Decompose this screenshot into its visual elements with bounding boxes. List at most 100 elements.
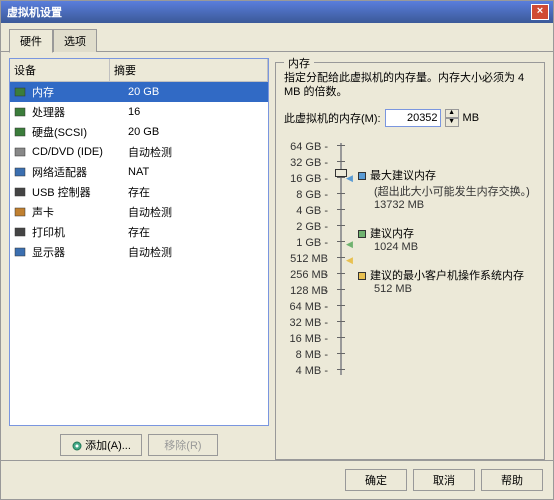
cancel-button[interactable]: 取消 xyxy=(413,469,475,491)
add-button[interactable]: 添加(A)... xyxy=(60,434,142,456)
spin-down-icon[interactable]: ▼ xyxy=(445,118,459,127)
remove-button: 移除(R) xyxy=(148,434,218,456)
left-pane: 设备 摘要 内存20 GB处理器16硬盘(SCSI)20 GBCD/DVD (I… xyxy=(9,58,269,460)
tick-label: 32 GB - xyxy=(284,155,328,171)
legend-max: 最大建议内存 (超出此大小可能发生内存交换。) 13732 MB xyxy=(358,167,536,211)
device-row[interactable]: 打印机存在 xyxy=(10,222,268,242)
device-summary: 自动检测 xyxy=(128,204,264,220)
tick-mark xyxy=(337,193,345,194)
titlebar: 虚拟机设置 × xyxy=(1,1,553,23)
tick-label: 512 MB - xyxy=(284,251,328,267)
tick-mark xyxy=(337,305,345,306)
col-summary: 摘要 xyxy=(110,59,268,81)
device-icon xyxy=(14,226,28,238)
tick-label: 8 GB - xyxy=(284,187,328,203)
device-summary: 自动检测 xyxy=(128,144,264,160)
tab-strip: 硬件 选项 xyxy=(9,29,553,52)
device-row[interactable]: USB 控制器存在 xyxy=(10,182,268,202)
dialog-footer: 确定 取消 帮助 xyxy=(1,460,553,499)
memory-unit: MB xyxy=(463,112,480,124)
tick-label: 8 MB - xyxy=(284,347,328,363)
memory-input[interactable] xyxy=(385,109,441,127)
device-list: 设备 摘要 内存20 GB处理器16硬盘(SCSI)20 GBCD/DVD (I… xyxy=(9,58,269,426)
vm-settings-dialog: 虚拟机设置 × 硬件 选项 设备 摘要 内存20 GB处理器16硬盘(SCSI)… xyxy=(0,0,554,500)
col-device: 设备 xyxy=(10,59,110,81)
tick-mark xyxy=(337,241,345,242)
memory-group: 内存 指定分配给此虚拟机的内存量。内存大小必须为 4 MB 的倍数。 此虚拟机的… xyxy=(275,62,545,460)
device-row[interactable]: CD/DVD (IDE)自动检测 xyxy=(10,142,268,162)
device-icon xyxy=(14,126,28,138)
device-buttons: 添加(A)... 移除(R) xyxy=(9,426,269,460)
memory-label: 此虚拟机的内存(M): xyxy=(284,110,381,126)
tick-label: 64 GB - xyxy=(284,139,328,155)
device-summary: 20 GB xyxy=(128,86,264,98)
device-name: USB 控制器 xyxy=(32,184,128,200)
tick-mark xyxy=(337,225,345,226)
help-button[interactable]: 帮助 xyxy=(481,469,543,491)
tick-label: 128 MB - xyxy=(284,283,328,299)
device-icon xyxy=(14,166,28,178)
device-name: CD/DVD (IDE) xyxy=(32,146,128,158)
device-summary: NAT xyxy=(128,166,264,178)
device-summary: 16 xyxy=(128,106,264,118)
legend-min-swatch xyxy=(358,272,366,280)
dialog-body: 设备 摘要 内存20 GB处理器16硬盘(SCSI)20 GBCD/DVD (I… xyxy=(1,51,553,460)
device-name: 内存 xyxy=(32,84,128,100)
tick-mark xyxy=(337,369,345,370)
device-row[interactable]: 网络适配器NAT xyxy=(10,162,268,182)
right-pane: 内存 指定分配给此虚拟机的内存量。内存大小必须为 4 MB 的倍数。 此虚拟机的… xyxy=(275,58,545,460)
tick-mark xyxy=(337,353,345,354)
device-name: 打印机 xyxy=(32,224,128,240)
tick-mark xyxy=(337,161,345,162)
tick-mark xyxy=(337,209,345,210)
device-name: 网络适配器 xyxy=(32,164,128,180)
device-icon xyxy=(14,106,28,118)
device-summary: 自动检测 xyxy=(128,244,264,260)
legend-max-swatch xyxy=(358,172,366,180)
tick-label: 4 MB - xyxy=(284,363,328,379)
device-name: 声卡 xyxy=(32,204,128,220)
tick-label: 4 GB - xyxy=(284,203,328,219)
memory-spinner[interactable]: ▲ ▼ xyxy=(445,109,459,127)
legend-rec: 建议内存 1024 MB xyxy=(358,225,536,253)
dialog-title: 虚拟机设置 xyxy=(5,4,62,20)
marker-rec-icon: ◀ xyxy=(346,239,353,250)
device-summary: 存在 xyxy=(128,224,264,240)
legend-min: 建议的最小客户机操作系统内存 512 MB xyxy=(358,267,536,295)
device-row[interactable]: 内存20 GB xyxy=(10,82,268,102)
tick-mark xyxy=(337,177,345,178)
slider-track-column[interactable]: ◀ ◀ ◀ xyxy=(334,139,348,379)
device-rows: 内存20 GB处理器16硬盘(SCSI)20 GBCD/DVD (IDE)自动检… xyxy=(10,82,268,425)
marker-min-icon: ◀ xyxy=(346,255,353,266)
device-summary: 存在 xyxy=(128,184,264,200)
memory-slider-area: 64 GB -32 GB -16 GB -8 GB -4 GB -2 GB - 1… xyxy=(284,139,536,379)
tick-mark xyxy=(337,289,345,290)
device-row[interactable]: 硬盘(SCSI)20 GB xyxy=(10,122,268,142)
tick-mark xyxy=(337,273,345,274)
device-summary: 20 GB xyxy=(128,126,264,138)
tab-options[interactable]: 选项 xyxy=(53,29,97,52)
device-row[interactable]: 处理器16 xyxy=(10,102,268,122)
ok-button[interactable]: 确定 xyxy=(345,469,407,491)
device-row[interactable]: 显示器自动检测 xyxy=(10,242,268,262)
tick-labels: 64 GB -32 GB -16 GB -8 GB -4 GB -2 GB - 1… xyxy=(284,139,334,379)
tick-mark xyxy=(337,321,345,322)
marker-max-icon: ◀ xyxy=(346,173,353,184)
legend-rec-swatch xyxy=(358,230,366,238)
device-icon xyxy=(14,86,28,98)
spin-up-icon[interactable]: ▲ xyxy=(445,109,459,118)
group-title: 内存 xyxy=(284,55,314,71)
device-row[interactable]: 声卡自动检测 xyxy=(10,202,268,222)
device-icon xyxy=(14,186,28,198)
tick-label: 32 MB - xyxy=(284,315,328,331)
tab-hardware[interactable]: 硬件 xyxy=(9,29,53,53)
tick-label: 256 MB - xyxy=(284,267,328,283)
list-header: 设备 摘要 xyxy=(10,59,268,82)
close-button[interactable]: × xyxy=(531,4,549,20)
tick-mark xyxy=(337,257,345,258)
tick-label: 16 MB - xyxy=(284,331,328,347)
device-name: 硬盘(SCSI) xyxy=(32,124,128,140)
device-name: 处理器 xyxy=(32,104,128,120)
tick-label: 16 GB - xyxy=(284,171,328,187)
tick-label: 2 GB - xyxy=(284,219,328,235)
